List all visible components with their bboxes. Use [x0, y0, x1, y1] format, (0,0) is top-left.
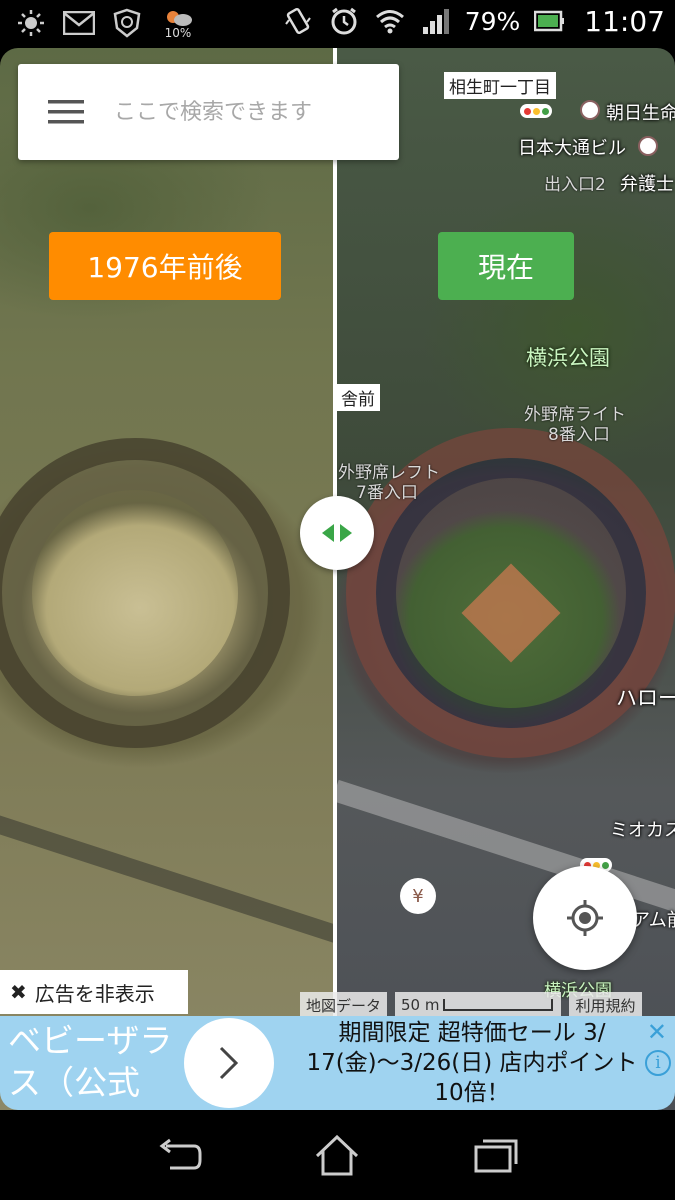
label-gate8: 8番入口 — [548, 425, 610, 445]
label-amu[interactable]: アム前 — [632, 906, 675, 932]
my-location-button[interactable] — [533, 866, 637, 970]
status-bar: 10% 79% 11:07 — [0, 0, 675, 48]
recent-apps-button[interactable] — [461, 1125, 531, 1185]
battery-icon — [532, 4, 566, 38]
ad-close-icon[interactable]: ✕ — [647, 1018, 667, 1046]
search-input[interactable] — [114, 99, 384, 125]
label-yokohama-park[interactable]: 横浜公園 — [526, 342, 610, 372]
vibrate-icon — [281, 4, 315, 38]
label-exit2: 出入口2 — [544, 175, 606, 195]
scale-label: 50 m — [401, 996, 440, 1014]
home-button[interactable] — [302, 1125, 372, 1185]
clock: 11:07 — [584, 4, 665, 38]
ad-line2: 17(金)〜3/26(日) 店内ポイント — [306, 1050, 638, 1076]
compare-slider-handle[interactable] — [300, 496, 374, 570]
alarm-icon — [327, 4, 361, 38]
hide-ads-button[interactable]: ✖ 広告を非表示 — [0, 970, 188, 1014]
chevron-right-icon — [219, 1046, 239, 1080]
home-icon — [316, 1134, 359, 1176]
map-1976-satellite[interactable] — [0, 48, 336, 1110]
compare-divider[interactable] — [333, 48, 337, 1110]
traffic-light-icon — [520, 104, 552, 118]
era-current-button[interactable]: 現在 — [438, 232, 574, 300]
signal-icon — [419, 4, 453, 38]
hide-ads-label: 広告を非表示 — [34, 981, 155, 1006]
yen-icon[interactable]: ¥ — [400, 878, 436, 914]
gmail-icon — [62, 6, 96, 40]
map-data-link[interactable]: 地図データ — [300, 992, 388, 1018]
wifi-icon — [373, 4, 407, 38]
label-gate7: 7番入口 — [356, 483, 418, 503]
close-icon: ✖ — [10, 980, 27, 1004]
menu-button[interactable] — [18, 64, 114, 160]
era-1976-button[interactable]: 1976年前後 — [49, 232, 281, 300]
brightness-icon — [14, 6, 48, 40]
hamburger-icon — [48, 100, 84, 124]
ad-advertiser: ベビーザラス（公式 — [8, 1021, 173, 1102]
map-view[interactable]: 相生町一丁目 朝日生命 日本大通ビル 出入口2 弁護士 横浜公園 舎前 外野席ラ… — [0, 48, 675, 1110]
label-bengoshi[interactable]: 弁護士 — [620, 170, 674, 196]
label-hello[interactable]: ハロー — [616, 682, 675, 712]
weather-percent: 10% — [164, 26, 192, 40]
stadium-construction-1976 — [0, 438, 290, 748]
poi-icon[interactable] — [638, 136, 658, 156]
poi-icon[interactable] — [580, 100, 600, 120]
ad-banner[interactable]: ベビーザラス（公式 期間限定 超特価セール 3/ 17(金)〜3/26(日) 店… — [0, 1016, 675, 1110]
search-bar[interactable] — [18, 64, 399, 160]
navigation-bar — [0, 1110, 675, 1200]
terms-link[interactable]: 利用規約 — [569, 992, 642, 1018]
ad-line1: 期間限定 超特価セール 3/ — [338, 1020, 606, 1046]
back-icon — [159, 1138, 202, 1170]
ad-info-icon[interactable]: i — [645, 1050, 671, 1076]
back-button[interactable] — [144, 1125, 214, 1185]
scale-line — [443, 999, 554, 1011]
label-aioi: 相生町一丁目 — [444, 72, 556, 99]
scale-bar: 50 m — [395, 992, 562, 1018]
label-mioka[interactable]: ミオカス — [610, 816, 675, 842]
shield-icon — [110, 6, 144, 40]
recent-apps-icon — [474, 1139, 518, 1173]
weather-icon: 10% — [158, 6, 198, 40]
road-1976 — [0, 809, 336, 945]
label-asahi[interactable]: 朝日生命 — [606, 99, 675, 125]
battery-percent: 79% — [464, 6, 521, 36]
label-nihon-odori[interactable]: 日本大通ビル — [518, 134, 626, 160]
map-attribution: 地図データ 50 m 利用規約 — [300, 992, 675, 1018]
ad-text: 期間限定 超特価セール 3/ 17(金)〜3/26(日) 店内ポイント 10倍！ — [296, 1018, 648, 1108]
ad-open-button[interactable] — [184, 1018, 274, 1108]
left-right-arrows-icon — [322, 524, 352, 542]
ad-line3: 10倍！ — [434, 1080, 510, 1106]
crosshair-icon — [567, 900, 603, 936]
label-shamae: 舎前 — [336, 384, 380, 411]
